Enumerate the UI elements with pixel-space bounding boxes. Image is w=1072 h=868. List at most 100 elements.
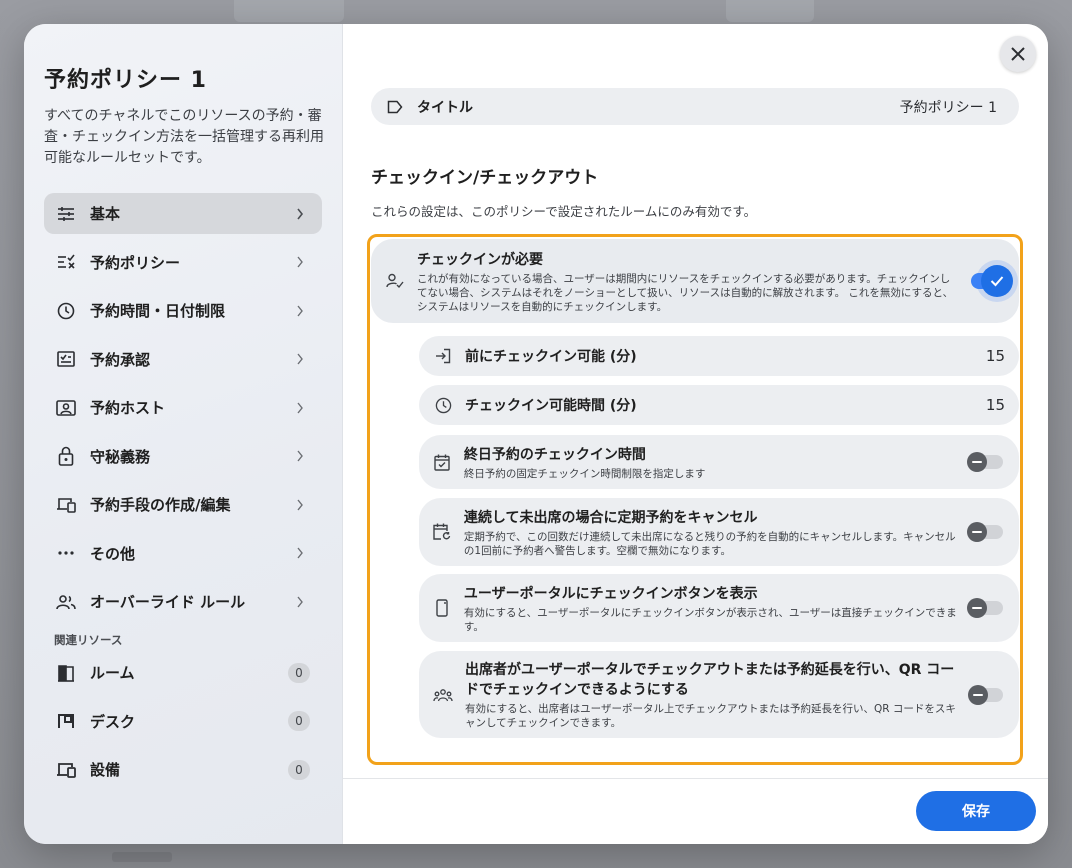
- setting-title: 前にチェックイン可能 (分): [465, 349, 637, 365]
- desk-icon: [56, 711, 76, 731]
- count-badge: 0: [288, 662, 310, 683]
- sidebar-item-label: 予約ホスト: [90, 399, 166, 417]
- room-icon: [56, 663, 76, 683]
- setting-value: 15: [985, 396, 1005, 414]
- host-icon: [56, 398, 76, 418]
- login-icon: [433, 348, 453, 364]
- sidebar-item-creation-methods[interactable]: 予約手段の作成/編集: [44, 484, 322, 525]
- chevron-right-icon: [296, 499, 310, 511]
- title-field-label: タイトル: [417, 99, 473, 116]
- footer: 保存: [343, 778, 1048, 844]
- related-item-label: ルーム: [90, 664, 135, 682]
- sidebar-nav: 基本 予約ポリシー 予約時間・日付制限 予約承認 予約ホスト 守秘義務 予約手段…: [44, 193, 322, 622]
- related-item-desk[interactable]: デスク 0: [44, 701, 322, 742]
- equipment-icon: [56, 760, 76, 780]
- sidebar-item-label: 予約手段の作成/編集: [90, 496, 231, 514]
- count-badge: 0: [288, 711, 310, 731]
- sidebar-item-confidentiality[interactable]: 守秘義務: [44, 436, 322, 477]
- calendar-check-icon: [433, 454, 452, 471]
- approval-icon: [56, 349, 76, 369]
- content-area: タイトル 予約ポリシー 1 チェックイン/チェックアウト これらの設定は、このポ…: [367, 88, 1023, 765]
- minus-icon: [966, 522, 987, 542]
- sidebar-item-host[interactable]: 予約ホスト: [44, 387, 322, 428]
- more-icon: [56, 543, 76, 563]
- sidebar-item-label: 予約時間・日付制限: [90, 302, 226, 320]
- save-button[interactable]: 保存: [916, 791, 1036, 831]
- setting-value: 15: [985, 347, 1005, 365]
- checkin-required-toggle[interactable]: [971, 265, 1013, 297]
- setting-row-allday-checkin: 終日予約のチェックイン時間 終日予約の固定チェックイン時間制限を指定します: [419, 435, 1019, 489]
- clock-icon: [56, 301, 76, 321]
- devices-icon: [56, 495, 76, 515]
- background-tab: [234, 0, 344, 22]
- chevron-right-icon: [296, 596, 310, 608]
- setting-row-attendee-qr: 出席者がユーザーポータルでチェックアウトまたは予約延長を行い、QR コードでチェ…: [419, 651, 1019, 738]
- setting-row-portal-checkin-button: ユーザーポータルにチェックインボタンを表示 有効にすると、ユーザーポータルにチェ…: [419, 574, 1019, 642]
- sidebar-item-time-limits[interactable]: 予約時間・日付制限: [44, 290, 322, 331]
- sidebar-item-override-rules[interactable]: オーバーライド ルール: [44, 581, 322, 622]
- sidebar-item-other[interactable]: その他: [44, 533, 322, 574]
- sidebar-item-label: 予約承認: [90, 350, 151, 369]
- checklist-icon: [56, 252, 76, 272]
- title-field-value: 予約ポリシー 1: [899, 99, 997, 116]
- minus-icon: [968, 684, 988, 705]
- setting-description: 定期予約で、この回数だけ連続して未出席になると残りの予約を自動的にキャンセルしま…: [463, 530, 956, 557]
- setting-title: 出席者がユーザーポータルでチェックアウトまたは予約延長を行い、QR コードでチェ…: [465, 662, 955, 698]
- chevron-right-icon: [296, 208, 310, 220]
- lock-icon: [56, 446, 76, 466]
- checkin-required-card: チェックインが必要 これが有効になっている場合、ユーザーは期間内にリソースをチェ…: [371, 239, 1019, 323]
- setting-title: チェックイン可能時間 (分): [465, 398, 637, 414]
- main-panel: タイトル 予約ポリシー 1 チェックイン/チェックアウト これらの設定は、このポ…: [343, 24, 1048, 844]
- related-item-room[interactable]: ルーム 0: [44, 652, 322, 693]
- chevron-right-icon: [296, 353, 310, 365]
- label-icon: [387, 100, 403, 114]
- related-item-label: 設備: [90, 761, 121, 779]
- sidebar-item-label: 守秘義務: [90, 447, 151, 466]
- related-item-label: デスク: [90, 712, 136, 731]
- close-icon: [1010, 46, 1026, 62]
- chevron-right-icon: [296, 450, 310, 462]
- sidebar-item-label: 予約ポリシー: [90, 253, 181, 272]
- section-subtitle: これらの設定は、このポリシーで設定されたルームにのみ有効です。: [371, 204, 757, 219]
- background-element: [112, 852, 172, 862]
- chevron-right-icon: [296, 256, 310, 268]
- minus-icon: [966, 452, 987, 472]
- attendee-qr-toggle[interactable]: [968, 684, 1003, 705]
- policy-modal: 予約ポリシー 1 すべてのチャネルでこのリソースの予約・審査・チェックイン方法を…: [24, 24, 1048, 844]
- setting-row-cancel-recurring: 連続して未出席の場合に定期予約をキャンセル 定期予約で、この回数だけ連続して未出…: [419, 498, 1019, 566]
- section-heading: チェックイン/チェックアウト: [371, 168, 599, 188]
- cancel-recurring-toggle[interactable]: [966, 522, 1003, 542]
- phone-icon: [433, 599, 452, 617]
- chevron-right-icon: [296, 305, 310, 317]
- allday-checkin-toggle[interactable]: [966, 452, 1003, 472]
- policy-description: すべてのチャネルでこのリソースの予約・審査・チェックイン方法を一括管理する再利用…: [44, 108, 324, 166]
- related-item-equipment[interactable]: 設備 0: [44, 749, 322, 790]
- sidebar: 予約ポリシー 1 すべてのチャネルでこのリソースの予約・審査・チェックイン方法を…: [24, 24, 343, 844]
- setting-description: 有効にすると、出席者はユーザーポータル上でチェックアウトまたは予約延長を行い、Q…: [465, 703, 956, 729]
- clock-icon: [433, 397, 453, 414]
- sidebar-item-basic[interactable]: 基本: [44, 193, 322, 234]
- setting-title: ユーザーポータルにチェックインボタンを表示: [463, 585, 758, 602]
- sliders-icon: [56, 204, 76, 224]
- person-check-icon: [385, 273, 405, 289]
- setting-description: 有効にすると、ユーザーポータルにチェックインボタンが表示され、ユーザーは直接チェ…: [463, 606, 957, 633]
- setting-description: 終日予約の固定チェックイン時間制限を指定します: [463, 467, 706, 480]
- title-field[interactable]: タイトル 予約ポリシー 1: [371, 88, 1019, 125]
- setting-row-checkin-window[interactable]: チェックイン可能時間 (分) 15: [419, 385, 1019, 425]
- sidebar-item-approval[interactable]: 予約承認: [44, 339, 322, 380]
- setting-title: 終日予約のチェックイン時間: [463, 446, 646, 463]
- minus-icon: [966, 598, 987, 618]
- people-icon: [56, 592, 76, 612]
- close-button[interactable]: [1000, 36, 1036, 72]
- chevron-right-icon: [296, 547, 310, 559]
- portal-checkin-toggle[interactable]: [966, 598, 1003, 618]
- calendar-repeat-icon: [433, 523, 452, 541]
- sidebar-item-label: オーバーライド ルール: [90, 593, 246, 611]
- count-badge: 0: [288, 759, 310, 780]
- policy-title: 予約ポリシー 1: [44, 68, 207, 93]
- sidebar-item-reservation-policy[interactable]: 予約ポリシー: [44, 242, 322, 283]
- sidebar-item-label: その他: [90, 544, 136, 563]
- related-resources-label: 関連リソース: [54, 633, 123, 647]
- chevron-right-icon: [296, 402, 310, 414]
- setting-row-checkin-before[interactable]: 前にチェックイン可能 (分) 15: [419, 336, 1019, 376]
